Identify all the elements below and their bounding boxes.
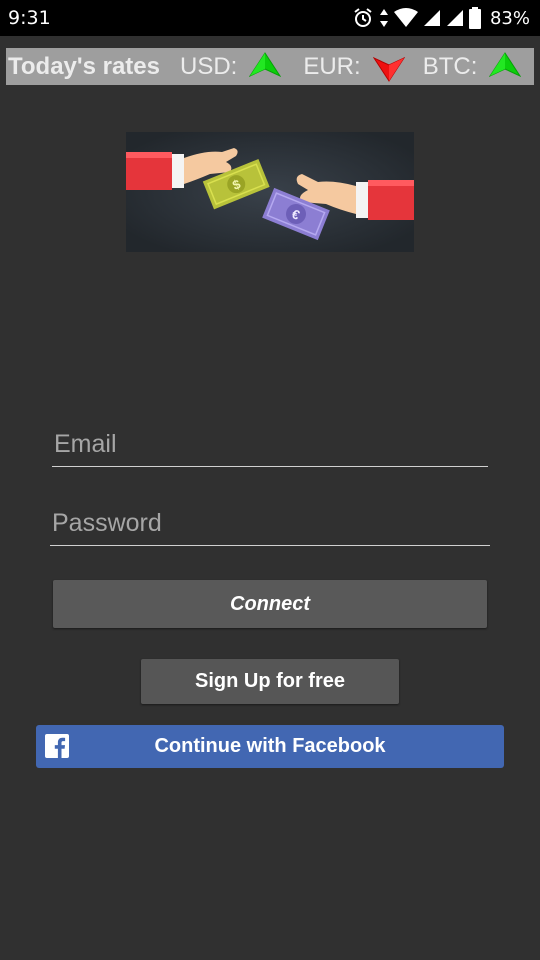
status-time: 9:31 bbox=[8, 7, 51, 29]
battery-percentage: 83% bbox=[489, 7, 530, 29]
rates-title: Today's rates bbox=[8, 52, 160, 80]
rate-label-usd: USD: bbox=[180, 52, 238, 80]
status-icons: 83% bbox=[352, 6, 530, 30]
battery-icon bbox=[468, 7, 481, 29]
arrow-up-icon bbox=[489, 51, 522, 77]
arrow-up-icon bbox=[249, 51, 282, 77]
status-bar: 9:31 83% bbox=[0, 0, 540, 36]
rate-label-eur: EUR: bbox=[303, 52, 361, 80]
signal-icon bbox=[423, 10, 440, 26]
connect-button-label: Connect bbox=[230, 592, 310, 615]
facebook-icon bbox=[45, 734, 69, 758]
currency-exchange-banner: $ € bbox=[126, 132, 414, 252]
data-transfer-icon bbox=[379, 9, 388, 27]
facebook-button-label: Continue with Facebook bbox=[154, 735, 386, 757]
connect-button[interactable]: Connect bbox=[53, 580, 487, 628]
facebook-login-button[interactable]: Continue with Facebook bbox=[36, 725, 504, 768]
alarm-icon bbox=[354, 8, 372, 27]
signup-button-label: Sign Up for free bbox=[194, 670, 345, 692]
currency-exchange-illustration: $ € bbox=[126, 132, 414, 252]
rates-bar: Today's rates USD: EUR: BTC: bbox=[6, 48, 534, 85]
signup-button[interactable]: Sign Up for free bbox=[141, 659, 399, 704]
password-field[interactable] bbox=[50, 501, 490, 545]
wifi-icon bbox=[393, 8, 418, 27]
email-field-wrapper bbox=[52, 422, 488, 467]
email-field[interactable] bbox=[52, 422, 488, 466]
rate-label-btc: BTC: bbox=[422, 52, 478, 80]
password-field-wrapper bbox=[50, 501, 490, 546]
signal-icon bbox=[446, 10, 463, 26]
arrow-down-icon bbox=[372, 56, 405, 82]
